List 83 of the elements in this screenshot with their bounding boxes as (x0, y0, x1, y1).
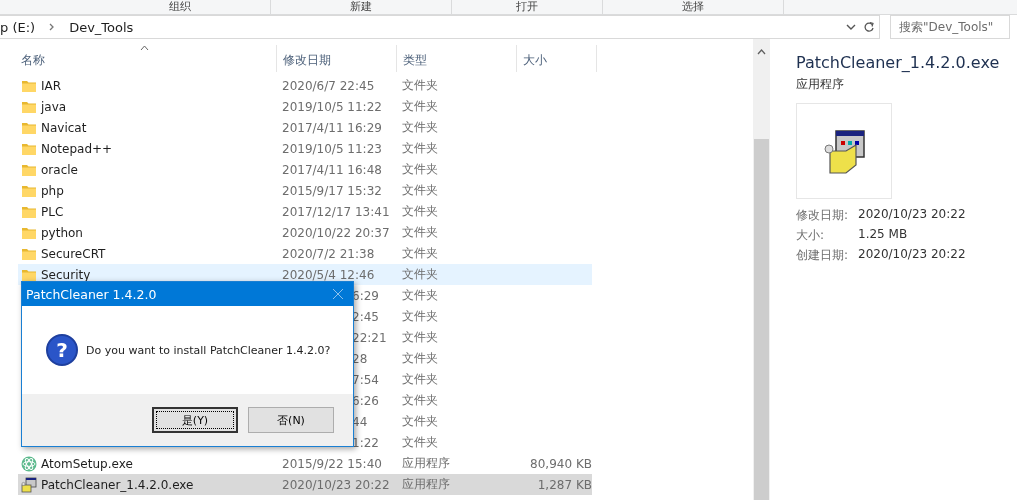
file-type: 文件夹 (402, 414, 438, 428)
date-modified: 2020/7/2 21:38 (282, 246, 375, 261)
file-type: 文件夹 (402, 435, 438, 449)
column-header[interactable]: 名称 (15, 45, 277, 72)
question-icon: ? (46, 334, 78, 366)
breadcrumb[interactable]: Dev_Tools (69, 19, 134, 35)
dialog-message: Do you want to install PatchCleaner 1.4.2.0? (86, 343, 331, 357)
file-type: 文件夹 (402, 393, 438, 407)
date-modified: 7:54 (352, 372, 379, 387)
file-type: 文件夹 (402, 141, 438, 155)
file-name[interactable]: PatchCleaner_1.4.2.0.exe (41, 477, 194, 492)
file-type: 文件夹 (402, 309, 438, 323)
file-type: 文件夹 (402, 351, 438, 365)
file-type: 应用程序 (402, 477, 450, 491)
detail-label: 修改日期: (796, 207, 850, 224)
file-name[interactable]: oracle (41, 162, 78, 177)
column-header[interactable]: 修改日期 (277, 45, 397, 72)
scrollbar[interactable] (753, 39, 770, 500)
file-type: 应用程序 (402, 456, 450, 470)
file-size: 1,287 KB (537, 477, 592, 492)
dialog-button[interactable]: 否(N) (248, 407, 334, 433)
ribbon-group-label[interactable]: 选择 (603, 0, 784, 14)
file-type: 文件夹 (402, 246, 438, 260)
ribbon-group-label[interactable]: 组织 (90, 0, 271, 14)
file-name[interactable]: Notepad++ (41, 141, 113, 156)
date-modified: 22:21 (352, 330, 387, 345)
file-name[interactable]: PLC (41, 204, 64, 219)
file-name[interactable]: Security (41, 267, 91, 282)
date-modified: 2019/10/5 11:23 (282, 141, 382, 156)
date-modified: 2015/9/17 15:32 (282, 183, 382, 198)
date-modified: 2020/6/7 22:45 (282, 78, 375, 93)
file-type: 文件夹 (402, 78, 438, 92)
date-modified: 2020/5/4 12:46 (282, 267, 375, 282)
preview-title: PatchCleaner_1.4.2.0.exe (796, 53, 1001, 72)
file-name[interactable]: SecureCRT (41, 246, 106, 261)
file-type: 文件夹 (402, 162, 438, 176)
date-modified: 2019/10/5 11:22 (282, 99, 382, 114)
date-modified: 2020/10/23 20:22 (282, 477, 390, 492)
file-name[interactable]: Navicat (41, 120, 87, 135)
file-size: 80,940 KB (530, 456, 592, 471)
chevron-right-icon (49, 23, 56, 31)
column-header[interactable]: 类型 (397, 45, 517, 72)
file-type: 文件夹 (402, 225, 438, 239)
file-name[interactable]: java (41, 99, 67, 114)
file-type: 文件夹 (402, 183, 438, 197)
detail-label: 创建日期: (796, 247, 850, 264)
file-name[interactable]: IAR (41, 78, 62, 93)
scroll-up-icon[interactable] (757, 49, 766, 55)
file-row[interactable]: PatchCleaner_1.4.2.0.exe 2020/10/23 20:22 应用程序 1,287 KB (18, 474, 592, 495)
date-modified: 44 (352, 414, 368, 429)
date-modified: 2020/10/22 20:37 (282, 225, 390, 240)
date-modified: 1:22 (352, 435, 379, 450)
file-type: 文件夹 (402, 120, 438, 134)
detail-value: 1.25 MB (858, 227, 909, 243)
atom-icon (21, 455, 37, 472)
search-field[interactable]: 搜索"Dev_Tools" (890, 15, 1010, 39)
refresh-icon[interactable] (863, 21, 875, 33)
ribbon-group-label[interactable]: 新建 (271, 0, 452, 14)
file-type: 应用程序 (796, 76, 845, 93)
file-type: 文件夹 (402, 372, 438, 386)
dialog-title: PatchCleaner 1.4.2.0 (26, 286, 157, 302)
column-header[interactable]: 大小 (517, 45, 597, 72)
date-modified: 2017/4/11 16:29 (282, 120, 382, 135)
date-modified: 2015/9/22 15:40 (282, 456, 382, 471)
date-modified: 2017/4/11 16:48 (282, 162, 382, 177)
file-type: 文件夹 (402, 99, 438, 113)
scrollbar-thumb[interactable] (754, 139, 769, 500)
detail-value: 2020/10/23 20:22 (858, 247, 967, 263)
file-type: 文件夹 (402, 330, 438, 344)
sort-caret-icon (140, 45, 149, 51)
file-name[interactable]: AtomSetup.exe (41, 456, 133, 471)
breadcrumb[interactable]: p (E:) (0, 19, 36, 35)
file-type: 文件夹 (402, 267, 438, 281)
detail-label: 大小: (796, 227, 826, 244)
file-name[interactable]: php (41, 183, 64, 198)
file-name[interactable]: python (41, 225, 83, 240)
date-modified: 2017/12/17 13:41 (282, 204, 390, 219)
ribbon-group-label[interactable]: 打开 (452, 0, 603, 14)
installer-box-icon (21, 476, 37, 493)
file-type: 文件夹 (402, 204, 438, 218)
file-type: 文件夹 (402, 288, 438, 302)
detail-value: 2020/10/23 20:22 (858, 207, 967, 223)
dialog-button[interactable]: 是(Y) (152, 407, 238, 433)
